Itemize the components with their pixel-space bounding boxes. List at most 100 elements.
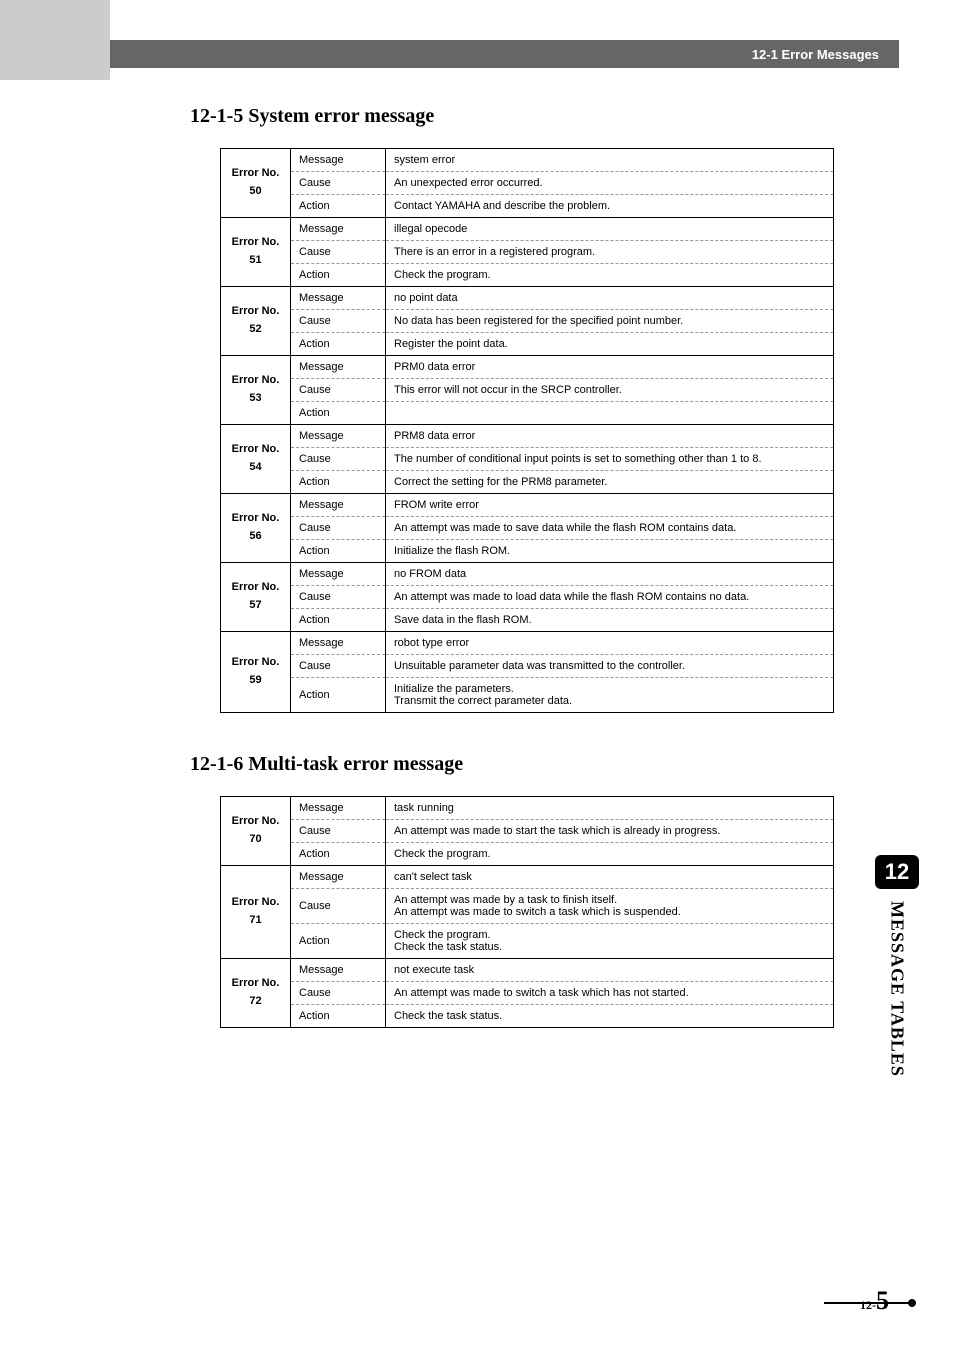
table-row: CauseThere is an error in a registered p… — [221, 241, 834, 264]
row-description: An attempt was made to switch a task whi… — [386, 982, 834, 1005]
row-label: Cause — [291, 379, 386, 402]
error-table: Error No.70Messagetask runningCauseAn at… — [220, 796, 834, 1028]
error-number-cell: Error No.50 — [221, 149, 291, 218]
row-label: Message — [291, 425, 386, 448]
error-table: Error No.50Messagesystem errorCauseAn un… — [220, 148, 834, 713]
row-description: An attempt was made to save data while t… — [386, 517, 834, 540]
row-label: Cause — [291, 310, 386, 333]
row-label: Message — [291, 866, 386, 889]
row-description: task running — [386, 797, 834, 820]
row-label: Action — [291, 843, 386, 866]
row-description: This error will not occur in the SRCP co… — [386, 379, 834, 402]
table-row: CauseAn attempt was made by a task to fi… — [221, 889, 834, 924]
row-description: Unsuitable parameter data was transmitte… — [386, 655, 834, 678]
table-row: CauseAn attempt was made to switch a tas… — [221, 982, 834, 1005]
chapter-label: MESSAGE TABLES — [887, 901, 908, 1077]
error-number-cell: Error No.54 — [221, 425, 291, 494]
table-row: Error No.72Messagenot execute task — [221, 959, 834, 982]
row-description: Check the task status. — [386, 1005, 834, 1028]
row-description: robot type error — [386, 632, 834, 655]
error-number-cell: Error No.52 — [221, 287, 291, 356]
row-description: Check the program. — [386, 843, 834, 866]
row-description: Register the point data. — [386, 333, 834, 356]
row-label: Message — [291, 632, 386, 655]
row-description: Initialize the parameters.Transmit the c… — [386, 678, 834, 713]
row-description: Check the program. — [386, 264, 834, 287]
row-label: Action — [291, 540, 386, 563]
error-number-cell: Error No.51 — [221, 218, 291, 287]
error-number-cell: Error No.59 — [221, 632, 291, 713]
row-description: no FROM data — [386, 563, 834, 586]
table-row: CauseAn attempt was made to start the ta… — [221, 820, 834, 843]
table-row: CauseAn attempt was made to load data wh… — [221, 586, 834, 609]
table-row: Error No.50Messagesystem error — [221, 149, 834, 172]
row-label: Action — [291, 678, 386, 713]
table-row: Error No.54MessagePRM8 data error — [221, 425, 834, 448]
error-number-cell: Error No.70 — [221, 797, 291, 866]
row-label: Cause — [291, 982, 386, 1005]
row-description: FROM write error — [386, 494, 834, 517]
row-description: Check the program.Check the task status. — [386, 924, 834, 959]
content-area: 12-1-5 System error messageError No.50Me… — [220, 105, 834, 1068]
row-description: PRM0 data error — [386, 356, 834, 379]
table-row: CauseUnsuitable parameter data was trans… — [221, 655, 834, 678]
side-tab: 12 MESSAGE TABLES — [875, 855, 919, 1077]
table-row: ActionSave data in the flash ROM. — [221, 609, 834, 632]
row-description: An unexpected error occurred. — [386, 172, 834, 195]
row-description: system error — [386, 149, 834, 172]
table-row: Error No.56MessageFROM write error — [221, 494, 834, 517]
breadcrumb: 12-1 Error Messages — [752, 47, 879, 62]
table-row: Action — [221, 402, 834, 425]
row-description: No data has been registered for the spec… — [386, 310, 834, 333]
row-label: Message — [291, 494, 386, 517]
table-row: ActionRegister the point data. — [221, 333, 834, 356]
table-row: Error No.70Messagetask running — [221, 797, 834, 820]
table-row: Error No.57Messageno FROM data — [221, 563, 834, 586]
table-row: ActionCheck the program. — [221, 843, 834, 866]
row-label: Cause — [291, 655, 386, 678]
table-row: Error No.53MessagePRM0 data error — [221, 356, 834, 379]
error-number-cell: Error No.72 — [221, 959, 291, 1028]
table-row: ActionInitialize the flash ROM. — [221, 540, 834, 563]
row-description: An attempt was made by a task to finish … — [386, 889, 834, 924]
row-label: Message — [291, 356, 386, 379]
table-row: CauseThe number of conditional input poi… — [221, 448, 834, 471]
row-description — [386, 402, 834, 425]
table-row: ActionCheck the task status. — [221, 1005, 834, 1028]
row-label: Action — [291, 1005, 386, 1028]
row-description: Save data in the flash ROM. — [386, 609, 834, 632]
row-description: can't select task — [386, 866, 834, 889]
table-row: ActionCorrect the setting for the PRM8 p… — [221, 471, 834, 494]
page-num-big: 5 — [876, 1286, 889, 1315]
table-row: Error No.51Messageillegal opecode — [221, 218, 834, 241]
row-description: An attempt was made to start the task wh… — [386, 820, 834, 843]
section-title: 12-1-6 Multi-task error message — [190, 753, 834, 776]
row-description: PRM8 data error — [386, 425, 834, 448]
row-description: not execute task — [386, 959, 834, 982]
row-description: An attempt was made to load data while t… — [386, 586, 834, 609]
row-label: Message — [291, 149, 386, 172]
row-label: Message — [291, 959, 386, 982]
row-description: no point data — [386, 287, 834, 310]
row-description: Initialize the flash ROM. — [386, 540, 834, 563]
row-label: Cause — [291, 448, 386, 471]
row-label: Message — [291, 563, 386, 586]
row-label: Action — [291, 609, 386, 632]
row-description: Contact YAMAHA and describe the problem. — [386, 195, 834, 218]
page-number: 12-5 — [860, 1286, 889, 1316]
row-label: Cause — [291, 586, 386, 609]
table-row: CauseNo data has been registered for the… — [221, 310, 834, 333]
page-prefix: 12- — [860, 1298, 876, 1312]
table-row: CauseAn unexpected error occurred. — [221, 172, 834, 195]
row-description: Correct the setting for the PRM8 paramet… — [386, 471, 834, 494]
row-label: Cause — [291, 172, 386, 195]
table-row: Error No.59Messagerobot type error — [221, 632, 834, 655]
table-row: Error No.71Messagecan't select task — [221, 866, 834, 889]
row-label: Action — [291, 264, 386, 287]
table-row: ActionInitialize the parameters.Transmit… — [221, 678, 834, 713]
row-label: Action — [291, 402, 386, 425]
row-label: Cause — [291, 889, 386, 924]
row-label: Message — [291, 797, 386, 820]
section-title: 12-1-5 System error message — [190, 105, 834, 128]
table-row: CauseAn attempt was made to save data wh… — [221, 517, 834, 540]
